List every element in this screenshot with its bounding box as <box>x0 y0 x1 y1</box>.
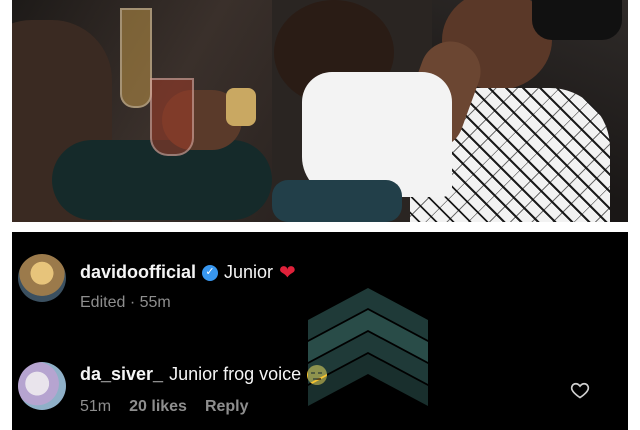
comment-text: Junior frog voice <box>169 364 302 384</box>
comment-time: 51m <box>80 398 112 415</box>
watermark-logo-icon <box>308 288 428 406</box>
comment-line: da_siver_ Junior frog voice <box>80 364 328 385</box>
comment-line: davidoofficial ✓ Junior ❤ <box>80 260 296 285</box>
screenshot-frame: davidoofficial ✓ Junior ❤ Edited · 55m d… <box>0 0 640 430</box>
photo-baby-shirt <box>302 72 452 197</box>
comment-username[interactable]: da_siver_ <box>80 364 163 385</box>
photo-baby-legs <box>272 180 402 222</box>
photo-watch <box>226 88 256 126</box>
comment-username[interactable]: davidoofficial <box>80 262 196 283</box>
red-heart-emoji-icon: ❤ <box>279 262 296 284</box>
comment-meta: 51m 20 likes Reply <box>80 398 249 416</box>
photo-champagne-glass <box>120 8 152 108</box>
reply-button[interactable]: Reply <box>205 398 249 416</box>
avatar[interactable] <box>18 254 66 302</box>
avatar[interactable] <box>18 362 66 410</box>
heart-outline-icon[interactable] <box>570 380 590 400</box>
comment-edited-time: Edited · 55m <box>80 294 171 311</box>
verified-badge-icon: ✓ <box>202 264 219 281</box>
comment-meta: Edited · 55m <box>80 294 171 312</box>
photo-cap <box>532 0 622 40</box>
photo-wine-glass <box>150 78 194 156</box>
comment-likes-count[interactable]: 20 likes <box>129 398 187 416</box>
comment-text: Junior <box>224 262 274 282</box>
post-photo <box>12 0 628 222</box>
